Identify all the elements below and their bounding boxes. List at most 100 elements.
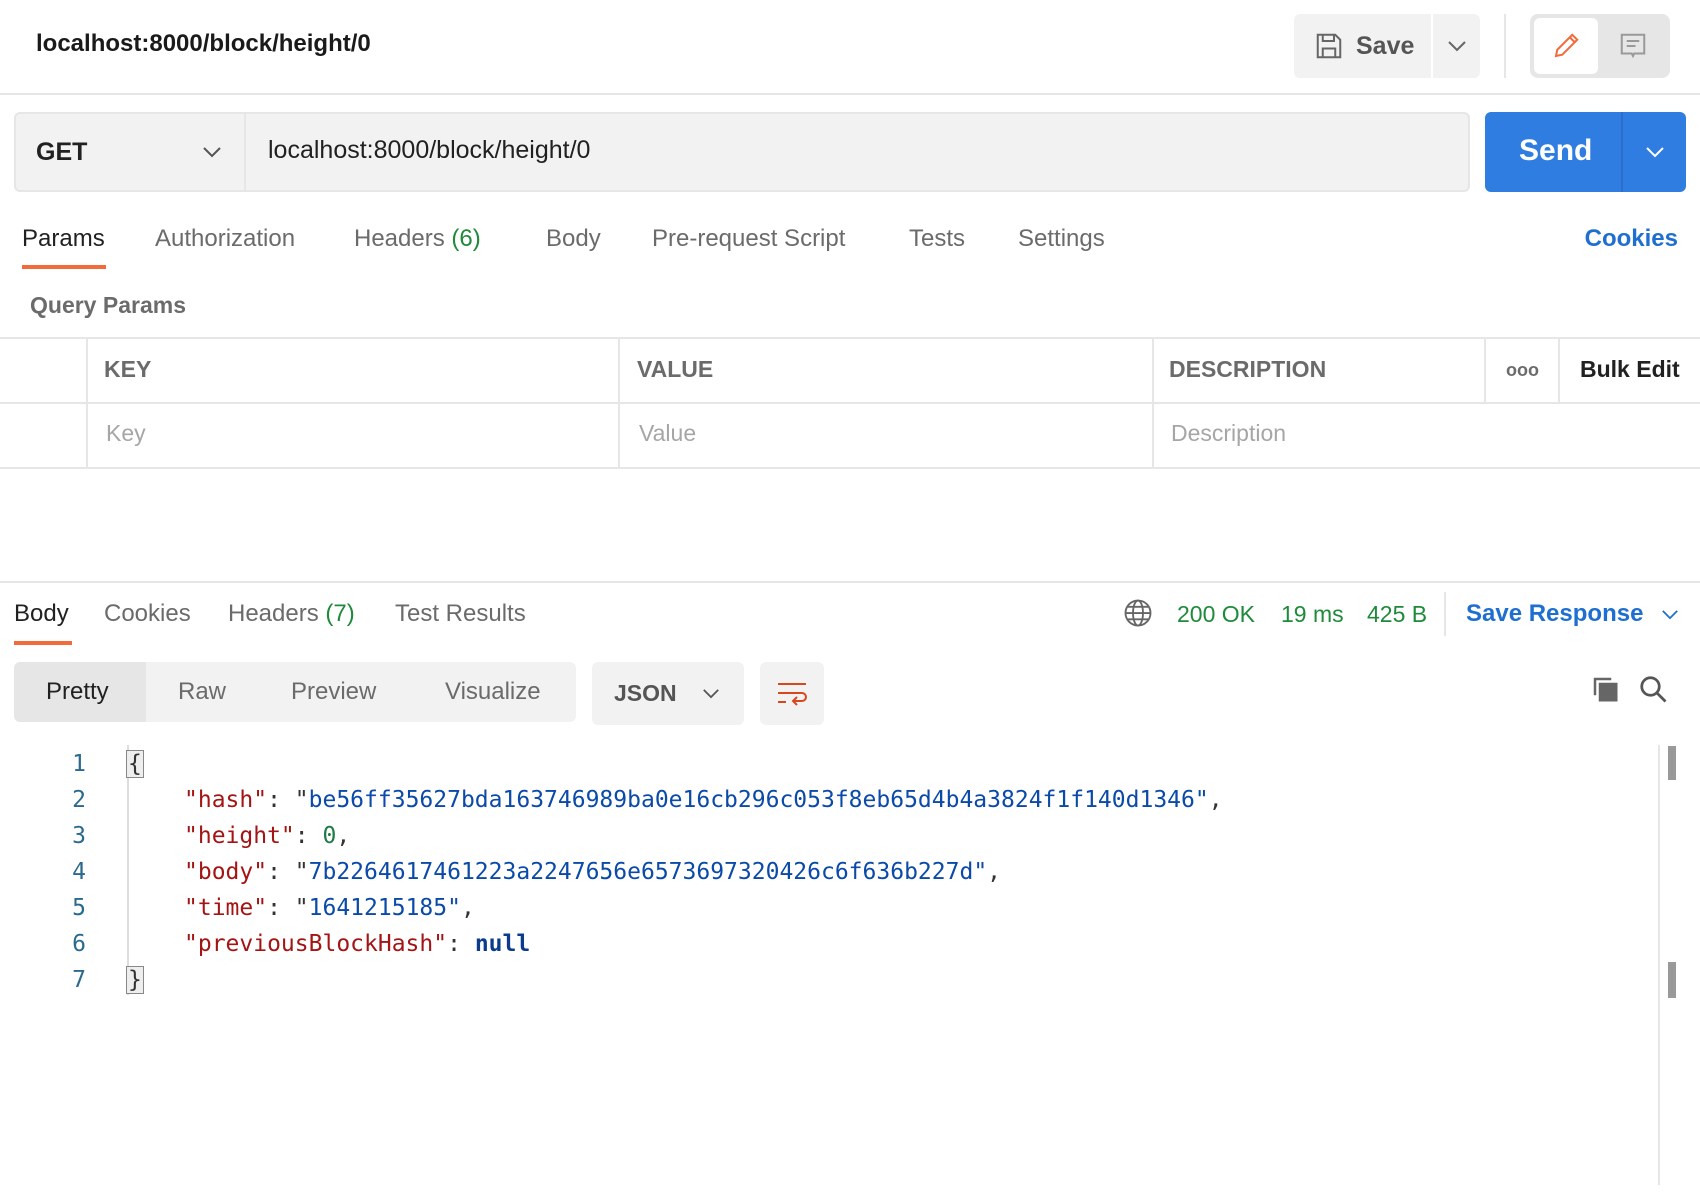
json-line-time: "time": "1641215185", [184, 895, 475, 921]
headers-count: (7) [325, 600, 355, 627]
json-value-hash: be56ff35627bda163746989ba0e16cb296c053f8… [308, 787, 1195, 813]
json-key: "hash" [184, 787, 268, 813]
view-visualize[interactable]: Visualize [445, 678, 541, 706]
method-label: GET [36, 137, 88, 166]
line-number: 3 [72, 823, 86, 849]
line-number: 1 [72, 751, 86, 777]
divider [1504, 14, 1506, 78]
json-key: "body" [184, 859, 268, 885]
url-input[interactable]: localhost:8000/block/height/0 [268, 136, 590, 165]
json-open-brace: { [126, 750, 144, 778]
tab-label: Headers [228, 600, 319, 627]
json-value-time: 1641215185 [308, 895, 448, 921]
search-icon[interactable] [1638, 674, 1668, 704]
json-value-body: 7b2264617461223a2247656e6573697320426c6f… [308, 859, 974, 885]
divider [0, 402, 1700, 404]
tab-settings[interactable]: Settings [1018, 225, 1105, 253]
editor-scrollbar-track[interactable] [1658, 745, 1660, 1185]
query-params-title: Query Params [30, 292, 186, 318]
wrap-icon [778, 682, 807, 706]
divider [1152, 337, 1154, 469]
column-description: DESCRIPTION [1169, 356, 1327, 382]
tab-label: Headers [354, 225, 445, 252]
chevron-down-icon [1645, 147, 1664, 158]
line-number: 6 [72, 931, 86, 957]
tab-body[interactable]: Body [546, 225, 601, 253]
bulk-edit-button[interactable]: Bulk Edit [1580, 356, 1680, 383]
response-tab-cookies[interactable]: Cookies [104, 600, 191, 628]
pencil-icon [1554, 33, 1579, 58]
json-key: "time" [184, 895, 268, 921]
json-line-previous-block-hash: "previousBlockHash": null [184, 931, 531, 957]
cookies-link[interactable]: Cookies [1585, 225, 1678, 253]
scrollbar-thumb[interactable] [1668, 746, 1676, 780]
format-label: JSON [614, 680, 677, 706]
column-key: KEY [104, 356, 152, 382]
response-tab-test-results[interactable]: Test Results [395, 600, 526, 628]
indent-guide [127, 745, 129, 995]
line-number: 5 [72, 895, 86, 921]
save-button[interactable]: Save [1294, 14, 1431, 78]
json-key: "height" [184, 823, 295, 849]
save-response-label: Save Response [1466, 600, 1644, 627]
divider [1444, 592, 1446, 636]
wrap-lines-button[interactable] [760, 662, 824, 725]
line-number: 7 [72, 967, 86, 993]
comments-button[interactable] [1600, 18, 1666, 74]
send-label: Send [1519, 134, 1593, 167]
response-time[interactable]: 19 ms [1281, 601, 1344, 628]
json-line-body: "body": "7b2264617461223a2247656e6573697… [184, 859, 1002, 885]
divider [1484, 337, 1486, 403]
json-line-hash: "hash": "be56ff35627bda163746989ba0e16cb… [184, 787, 1223, 813]
chevron-down-icon [1662, 609, 1679, 619]
description-input[interactable]: Description [1171, 420, 1286, 447]
method-select[interactable]: GET [14, 112, 246, 192]
request-header-bar: localhost:8000/block/height/0 Save [0, 0, 1700, 95]
edit-mode-button[interactable] [1534, 18, 1598, 74]
send-button[interactable]: Send [1485, 112, 1686, 192]
comment-icon [1620, 33, 1646, 59]
tab-authorization[interactable]: Authorization [155, 225, 295, 253]
request-title[interactable]: localhost:8000/block/height/0 [36, 30, 371, 58]
view-preview[interactable]: Preview [291, 678, 376, 706]
response-divider[interactable] [0, 581, 1700, 583]
key-input[interactable]: Key [106, 420, 146, 447]
divider [618, 337, 620, 469]
response-tab-headers[interactable]: Headers (7) [228, 600, 355, 628]
save-label: Save [1356, 31, 1415, 60]
tab-tests[interactable]: Tests [909, 225, 965, 253]
scrollbar-marker [1668, 962, 1676, 998]
active-tab-indicator [22, 265, 106, 269]
status-code[interactable]: 200 OK [1177, 601, 1255, 628]
json-value-height: 0 [322, 823, 337, 849]
value-input[interactable]: Value [639, 420, 696, 447]
view-pretty[interactable]: Pretty [46, 678, 109, 706]
save-dropdown-button[interactable] [1433, 14, 1480, 78]
globe-icon[interactable] [1123, 598, 1153, 628]
column-value: VALUE [637, 356, 714, 382]
json-line-height: "height": 0, [184, 823, 351, 849]
chevron-down-icon [1447, 41, 1466, 52]
json-key: "previousBlockHash" [184, 931, 448, 957]
response-tab-body[interactable]: Body [14, 600, 69, 628]
line-number: 2 [72, 787, 86, 813]
view-raw[interactable]: Raw [178, 678, 226, 706]
format-select[interactable]: JSON [592, 662, 744, 725]
line-number: 4 [72, 859, 86, 885]
save-icon [1316, 33, 1342, 59]
save-response-button[interactable]: Save Response [1466, 600, 1679, 628]
more-options-button[interactable]: ooo [1506, 360, 1539, 381]
chevron-down-icon [703, 689, 719, 699]
copy-icon[interactable] [1590, 674, 1620, 704]
send-dropdown-button[interactable] [1623, 112, 1686, 192]
active-tab-indicator [14, 641, 72, 645]
divider [1558, 337, 1560, 403]
divider [86, 337, 88, 469]
response-size[interactable]: 425 B [1367, 601, 1427, 628]
json-close-brace: } [126, 966, 144, 994]
tab-pre-request-script[interactable]: Pre-request Script [652, 225, 845, 253]
tab-params[interactable]: Params [22, 225, 105, 253]
chevron-down-icon [203, 147, 221, 158]
json-value-previous-block-hash: null [474, 931, 531, 957]
tab-headers[interactable]: Headers (6) [354, 225, 481, 253]
